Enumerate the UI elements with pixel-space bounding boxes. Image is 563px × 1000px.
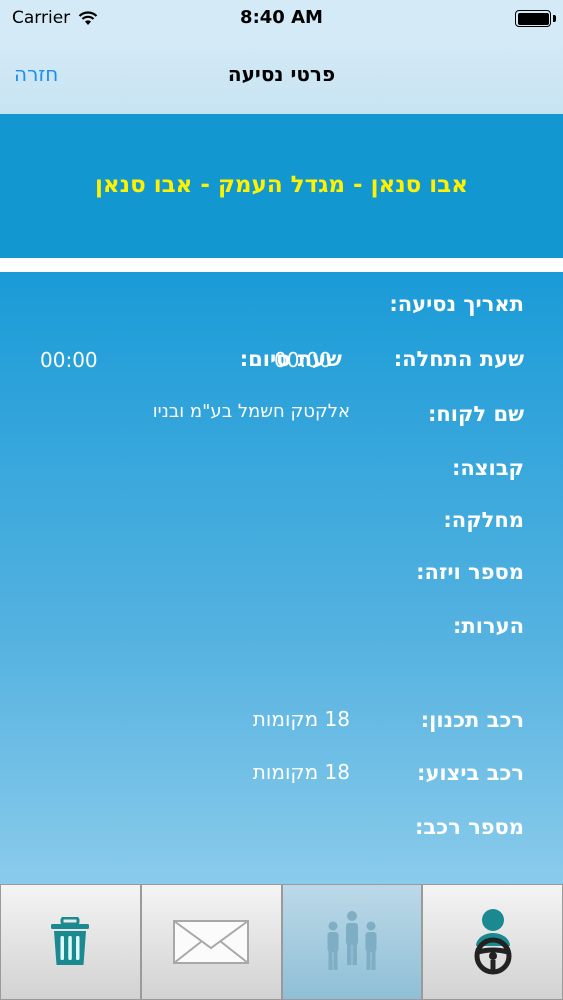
passengers-icon	[327, 911, 377, 970]
divider	[0, 258, 563, 272]
vehicle-number-label: מספר רכב:	[415, 815, 524, 839]
trash-icon	[51, 917, 90, 965]
actual-vehicle-value: 18 מקומות	[252, 760, 350, 784]
trip-date-label: תאריך נסיעה:	[389, 292, 524, 316]
planned-vehicle-value: 18 מקומות	[252, 707, 350, 731]
planned-vehicle-label: רכב תכנון:	[420, 708, 524, 732]
visa-number-label: מספר ויזה:	[416, 560, 524, 584]
customer-label: שם לקוח:	[427, 402, 524, 426]
notes-label: הערות:	[452, 614, 524, 638]
actual-vehicle-label: רכב ביצוע:	[417, 761, 524, 785]
page-title: פרטי נסיעה	[227, 62, 336, 86]
trip-details-panel[interactable]: תאריך נסיעה: שעת התחלה: 00:00 שעת סיום: …	[0, 272, 563, 884]
end-time-label: שעת סיום:	[239, 347, 342, 371]
driver-tab[interactable]	[422, 884, 563, 1000]
battery-icon	[515, 10, 551, 27]
passengers-tab[interactable]	[281, 884, 423, 1000]
end-time-value: 00:00	[40, 348, 98, 372]
status-bar: Carrier 8:40 AM	[0, 0, 563, 38]
group-label: קבוצה:	[451, 456, 524, 480]
route-header: אבו סנאן - מגדל העמק - אבו סנאן	[0, 114, 563, 258]
bottom-toolbar	[0, 884, 563, 1000]
delete-button[interactable]	[0, 884, 141, 1000]
route-title: אבו סנאן - מגדל העמק - אבו סנאן	[95, 172, 468, 198]
send-message-button[interactable]	[140, 884, 282, 1000]
status-time: 8:40 AM	[240, 7, 323, 28]
customer-value: אלקטק חשמל בע"מ ובניו	[152, 401, 350, 422]
nav-bar: חזרה פרטי נסיעה	[0, 38, 563, 114]
department-label: מחלקה:	[443, 508, 524, 532]
start-time-label: שעת התחלה:	[393, 347, 524, 371]
driver-icon	[474, 909, 512, 975]
envelope-icon	[173, 920, 250, 964]
